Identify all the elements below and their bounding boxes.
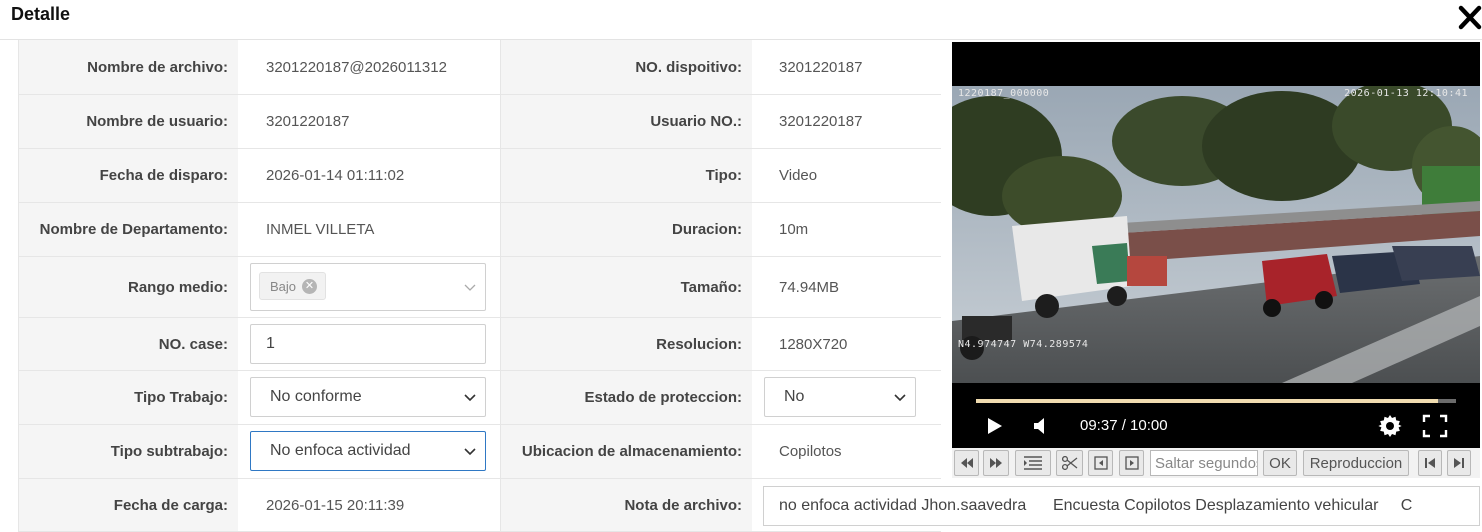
label-tipo-subtrabajo: Tipo subtrabajo: [19, 425, 238, 478]
progress-bar[interactable] [976, 399, 1456, 403]
time-display: 09:37 / 10:00 [1080, 417, 1168, 434]
label-tipo-trabajo: Tipo Trabajo: [19, 371, 238, 424]
row-case: NO. case: 1 Resolucion: 1280X720 [19, 318, 941, 371]
tipo-subtrabajo-select[interactable]: No enfoca actividad [250, 431, 486, 471]
value-nombre-usuario: 3201220187 [266, 113, 350, 130]
label-tamano: Tamaño: [500, 257, 752, 317]
value-ubicacion: Copilotos [779, 443, 842, 460]
play-icon[interactable] [986, 416, 1004, 441]
label-tipo: Tipo: [500, 149, 752, 202]
progress-fill [976, 399, 1438, 403]
value-fecha-carga: 2026-01-15 20:11:39 [266, 496, 405, 514]
next-frame-icon[interactable] [1119, 450, 1144, 476]
close-icon[interactable] [1456, 2, 1482, 32]
ok-button[interactable]: OK [1263, 450, 1297, 476]
value-nombre-archivo: 3201220187@2026011312 [266, 58, 447, 76]
settings-gear-icon[interactable] [1378, 414, 1402, 443]
fullscreen-icon[interactable] [1422, 414, 1448, 443]
label-no-case: NO. case: [19, 318, 238, 370]
label-ubicacion: Ubicacion de almacenamiento: [500, 425, 752, 478]
tipo-trabajo-select[interactable]: No conforme [250, 377, 486, 417]
value-tipo: Video [779, 167, 818, 184]
value-departamento: INMEL VILLETA [266, 221, 375, 238]
prev-frame-icon[interactable] [1088, 450, 1113, 476]
row-subwork-type: Tipo subtrabajo: No enfoca actividad Ubi… [19, 425, 941, 479]
seek-seconds-input[interactable]: Saltar segundos [1150, 450, 1258, 476]
osd-device-id: 1220187_000000 [958, 88, 1050, 99]
dialog-header: Detalle [0, 0, 1482, 40]
row-work-type: Tipo Trabajo: No conforme Estado de prot… [19, 371, 941, 425]
value-fecha-disparo: 2026-01-14 01:11:02 [266, 167, 405, 184]
row-range: Rango medio: Bajo ✕ Tamaño: 74.94MB [19, 257, 941, 318]
rango-medio-tag-label: Bajo [270, 278, 297, 294]
osd-datetime: 2026-01-13 12:10:41 [1344, 88, 1468, 99]
skip-start-icon[interactable] [1418, 450, 1442, 476]
chevron-down-icon [894, 394, 906, 402]
detail-form: Nombre de archivo: 3201220187@2026011312… [18, 40, 941, 532]
label-estado-proteccion: Estado de proteccion: [500, 371, 752, 424]
row-department: Nombre de Departamento: INMEL VILLETA Du… [19, 203, 941, 257]
value-usuario-no: 3201220187 [779, 113, 863, 130]
tipo-trabajo-value: No conforme [270, 388, 362, 405]
nota-archivo-input[interactable]: no enfoca actividad Jhon.saavedra Encues… [763, 486, 1480, 526]
list-icon[interactable] [1015, 450, 1051, 476]
label-fecha-carga: Fecha de carga: [19, 479, 238, 531]
value-duracion: 10m [779, 221, 809, 238]
rango-medio-tag: Bajo ✕ [259, 272, 327, 300]
label-resolucion: Resolucion: [500, 318, 752, 370]
label-no-dispositivo: NO. dispoitivo: [500, 40, 752, 94]
estado-proteccion-select[interactable]: No [764, 377, 916, 417]
chevron-down-icon [464, 448, 476, 456]
video-frame[interactable]: 1220187_000000 2026-01-13 12:10:41 N4.97… [952, 86, 1480, 383]
rango-medio-select[interactable]: Bajo ✕ [250, 263, 486, 311]
rewind-icon[interactable] [954, 450, 979, 476]
no-case-input[interactable]: 1 [250, 324, 486, 364]
value-tamano: 74.94MB [779, 278, 840, 296]
label-nombre-usuario: Nombre de usuario: [19, 95, 238, 148]
chevron-down-icon [464, 284, 476, 291]
skip-end-icon[interactable] [1447, 450, 1471, 476]
row-user: Nombre de usuario: 3201220187 Usuario NO… [19, 95, 941, 149]
video-player[interactable]: 1220187_000000 2026-01-13 12:10:41 N4.97… [952, 42, 1480, 448]
playback-button[interactable]: Reproduccion [1303, 450, 1409, 476]
row-file-name: Nombre de archivo: 3201220187@2026011312… [19, 40, 941, 95]
chevron-down-icon [464, 394, 476, 402]
label-rango-medio: Rango medio: [19, 257, 238, 317]
fast-forward-icon[interactable] [983, 450, 1009, 476]
tipo-subtrabajo-value: No enfoca actividad [270, 442, 411, 459]
player-toolbar: Saltar segundos OK Reproduccion [952, 448, 1480, 478]
label-duracion: Duracion: [500, 203, 752, 256]
dialog-title: Detalle [11, 4, 71, 24]
tag-remove-icon[interactable]: ✕ [302, 278, 318, 294]
label-usuario-no: Usuario NO.: [500, 95, 752, 148]
estado-proteccion-value: No [784, 388, 805, 405]
volume-icon[interactable] [1032, 416, 1050, 441]
label-nota-archivo: Nota de archivo: [500, 479, 752, 531]
label-fecha-disparo: Fecha de disparo: [19, 149, 238, 202]
scissors-icon[interactable] [1056, 450, 1083, 476]
value-no-dispositivo: 3201220187 [779, 58, 863, 76]
osd-gps: N4.974747 W74.289574 [958, 339, 1089, 350]
label-nombre-archivo: Nombre de archivo: [19, 40, 238, 94]
row-trigger: Fecha de disparo: 2026-01-14 01:11:02 Ti… [19, 149, 941, 203]
label-departamento: Nombre de Departamento: [19, 203, 238, 256]
value-resolucion: 1280X720 [779, 335, 848, 353]
